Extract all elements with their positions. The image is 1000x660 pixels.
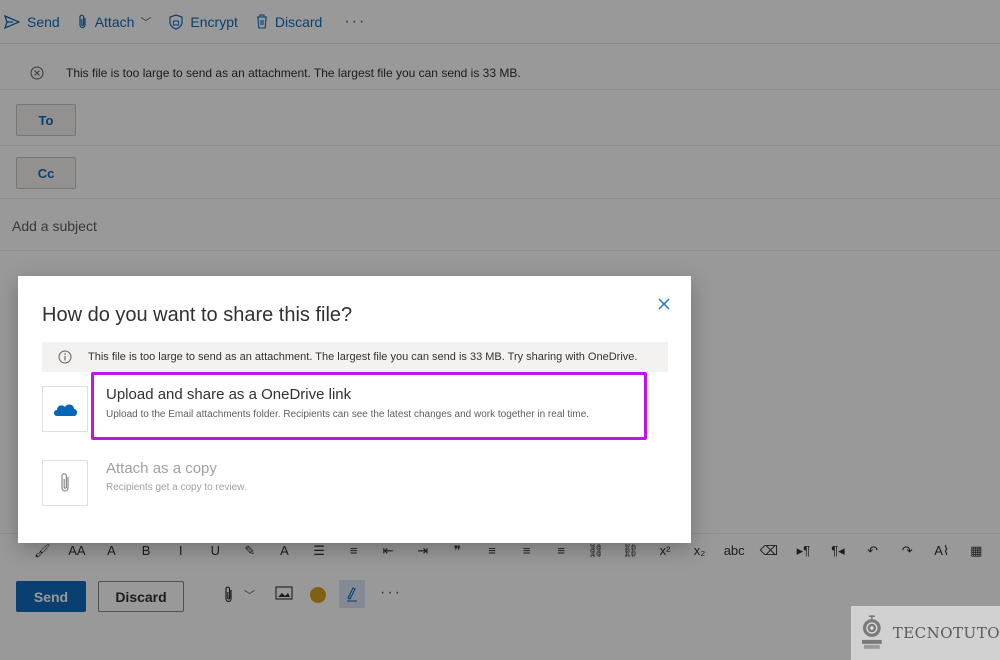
tecnotuto-logo-icon (861, 615, 882, 649)
option-attach-description: Recipients get a copy to review. (106, 482, 247, 493)
dialog-info-text: This file is too large to send as an att… (88, 351, 638, 363)
paperclip-icon (42, 460, 88, 506)
highlight-box (91, 372, 647, 440)
close-button[interactable] (654, 294, 674, 314)
watermark: TECNOTUTO (851, 606, 1000, 660)
option-attach-title: Attach as a copy (106, 460, 217, 477)
dialog-title: How do you want to share this file? (42, 304, 353, 326)
dialog-info-bar: This file is too large to send as an att… (42, 342, 668, 372)
close-icon (658, 298, 670, 310)
onedrive-cloud-icon (42, 386, 88, 432)
info-icon (58, 350, 72, 364)
share-file-dialog: How do you want to share this file? This… (18, 276, 691, 543)
watermark-text: TECNOTUTO (892, 624, 1000, 642)
